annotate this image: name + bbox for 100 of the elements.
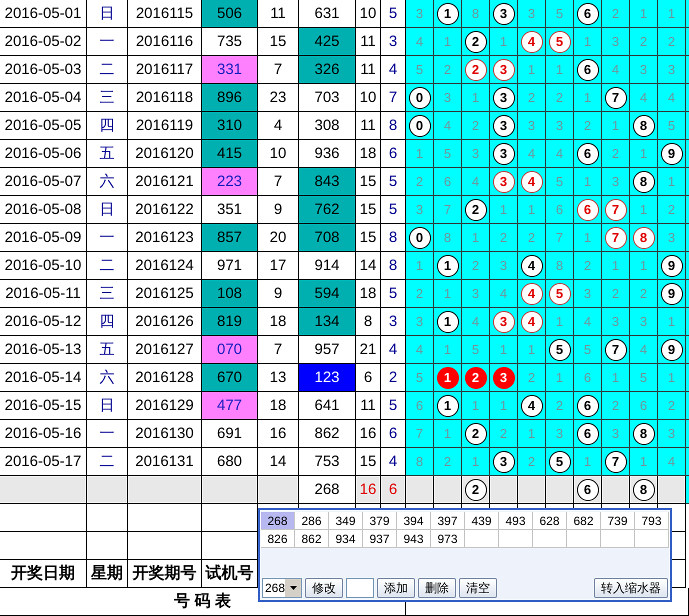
toolbar-button[interactable]: 删除 bbox=[418, 578, 456, 598]
number-item[interactable]: 937 bbox=[363, 530, 397, 548]
digit-ball: 2 bbox=[464, 198, 486, 220]
weekday-cell: 一 bbox=[87, 224, 128, 252]
omission-count: 6 bbox=[416, 398, 424, 413]
date-cell: 2016-05-11 bbox=[0, 280, 87, 308]
omission-count: 1 bbox=[528, 426, 536, 441]
trial-number-cell: 108 bbox=[202, 280, 258, 308]
number-dropdown[interactable]: 268 bbox=[262, 578, 302, 598]
number-item[interactable]: 439 bbox=[465, 512, 499, 530]
toolbar-button[interactable]: 添加 bbox=[377, 578, 415, 598]
weekday-cell: 六 bbox=[87, 168, 128, 196]
number-item[interactable]: 286 bbox=[295, 512, 329, 530]
table-cell: 10 bbox=[258, 140, 299, 168]
weekday-cell: 六 bbox=[87, 364, 128, 392]
omission-count: 1 bbox=[612, 258, 620, 273]
omission-count: 2 bbox=[500, 230, 508, 245]
omission-count: 1 bbox=[500, 398, 508, 413]
trial-number-cell: 070 bbox=[202, 336, 258, 364]
omission-count: 2 bbox=[500, 426, 508, 441]
number-item[interactable]: 397 bbox=[431, 512, 465, 530]
number-item[interactable]: 934 bbox=[329, 530, 363, 548]
number-item[interactable]: 268 bbox=[261, 512, 295, 530]
number-item[interactable]: 349 bbox=[329, 512, 363, 530]
digit-ball: 4 bbox=[520, 30, 542, 52]
omission-count: 1 bbox=[640, 6, 648, 21]
omission-count: 2 bbox=[472, 258, 480, 273]
weekday-cell: 五 bbox=[87, 140, 128, 168]
digit-ball: 2 bbox=[464, 58, 486, 80]
period-cell: 2016122 bbox=[128, 196, 202, 224]
column-header: 开奖期号 bbox=[128, 560, 202, 588]
caret-icon bbox=[290, 586, 297, 590]
table-cell: 6 bbox=[381, 476, 406, 504]
number-item[interactable]: 793 bbox=[635, 512, 669, 530]
number-item[interactable]: 826 bbox=[261, 530, 295, 548]
number-item[interactable]: 862 bbox=[295, 530, 329, 548]
table-cell: 15 bbox=[356, 196, 381, 224]
omission-count: 5 bbox=[584, 342, 592, 357]
omission-count: 2 bbox=[528, 370, 536, 385]
weekday-cell: 五 bbox=[87, 336, 128, 364]
omission-count: 2 bbox=[668, 202, 676, 217]
number-item[interactable]: 628 bbox=[533, 512, 567, 530]
toolbar-button[interactable]: 清空 bbox=[459, 578, 497, 598]
number-item[interactable]: 739 bbox=[601, 512, 635, 530]
table-cell: 11 bbox=[356, 28, 381, 56]
omission-count: 7 bbox=[444, 202, 452, 217]
omission-count: 1 bbox=[472, 90, 480, 105]
omission-count: 2 bbox=[472, 118, 480, 133]
table-cell: 15 bbox=[356, 168, 381, 196]
omission-count: 4 bbox=[668, 454, 676, 469]
trial-number-cell: 896 bbox=[202, 84, 258, 112]
digit-ball: 9 bbox=[660, 254, 682, 276]
digit-ball: 7 bbox=[604, 198, 626, 220]
date-cell: 2016-05-03 bbox=[0, 56, 87, 84]
omission-count: 8 bbox=[472, 6, 480, 21]
digit-ball: 0 bbox=[408, 226, 430, 248]
number-item[interactable]: 394 bbox=[397, 512, 431, 530]
digit-ball: 5 bbox=[548, 450, 570, 472]
date-cell: 2016-05-13 bbox=[0, 336, 87, 364]
omission-count: 1 bbox=[416, 146, 424, 161]
digit-ball: 7 bbox=[604, 226, 626, 248]
weekday-cell: 四 bbox=[87, 308, 128, 336]
digit-ball: 8 bbox=[632, 226, 654, 248]
number-item[interactable]: 682 bbox=[567, 512, 601, 530]
number-item[interactable]: 973 bbox=[431, 530, 465, 548]
digit-ball: 1 bbox=[436, 2, 458, 24]
omission-count: 2 bbox=[556, 398, 564, 413]
weekday-cell: 三 bbox=[87, 280, 128, 308]
weekday-cell: 日 bbox=[87, 392, 128, 420]
weekday-cell: 三 bbox=[87, 84, 128, 112]
omission-count: 1 bbox=[416, 258, 424, 273]
omission-count: 4 bbox=[668, 90, 676, 105]
omission-count: 5 bbox=[556, 6, 564, 21]
omission-count: 5 bbox=[472, 342, 480, 357]
number-item[interactable]: 943 bbox=[397, 530, 431, 548]
number-cell: 708 bbox=[299, 224, 356, 252]
column-header: 星期 bbox=[87, 560, 128, 588]
date-cell: 2016-05-07 bbox=[0, 168, 87, 196]
omission-count: 2 bbox=[528, 90, 536, 105]
digit-ball: 4 bbox=[520, 254, 542, 276]
omission-count: 3 bbox=[500, 258, 508, 273]
toolbar-button[interactable]: 修改 bbox=[305, 578, 343, 598]
number-item[interactable]: 379 bbox=[363, 512, 397, 530]
transfer-button[interactable]: 转入缩水器 bbox=[594, 578, 668, 598]
omission-count: 4 bbox=[612, 62, 620, 77]
digit-ball: 4 bbox=[520, 170, 542, 192]
period-cell: 2016124 bbox=[128, 252, 202, 280]
digit-ball: 3 bbox=[492, 366, 514, 388]
omission-count: 8 bbox=[416, 454, 424, 469]
omission-count: 1 bbox=[668, 314, 676, 329]
input-field[interactable] bbox=[346, 578, 374, 598]
omission-count: 4 bbox=[528, 146, 536, 161]
date-cell: 2016-05-05 bbox=[0, 112, 87, 140]
omission-count: 2 bbox=[668, 34, 676, 49]
number-cell: 123 bbox=[299, 364, 356, 392]
omission-count: 3 bbox=[556, 118, 564, 133]
number-item[interactable]: 493 bbox=[499, 512, 533, 530]
table-cell: 23 bbox=[258, 84, 299, 112]
digit-ball: 2 bbox=[464, 30, 486, 52]
omission-count: 3 bbox=[668, 230, 676, 245]
